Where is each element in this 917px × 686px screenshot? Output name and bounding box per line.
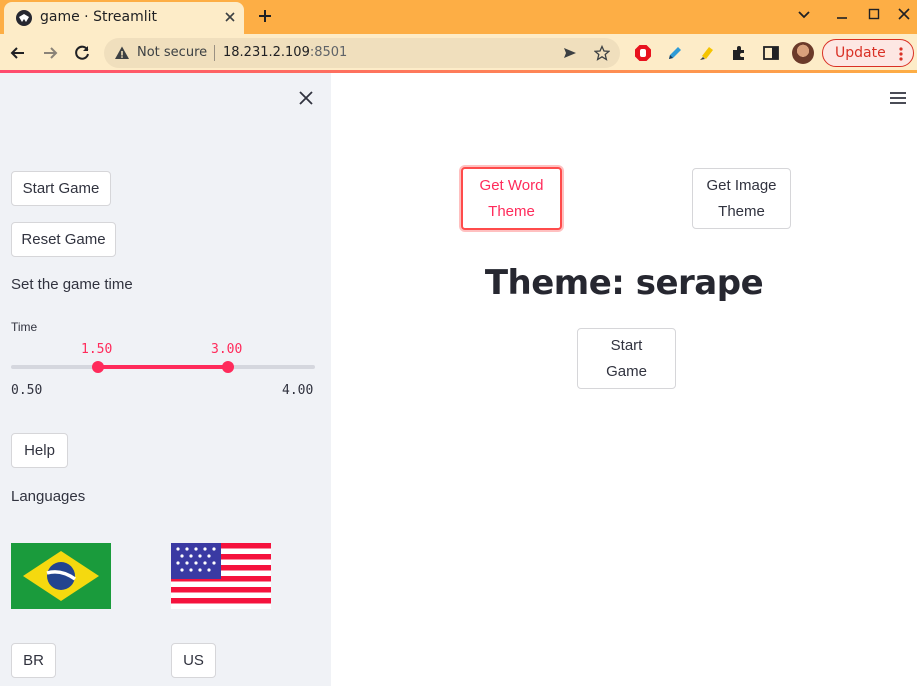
adblock-icon[interactable] [634,44,652,62]
game-time-heading: Set the game time [11,276,133,293]
star-icon[interactable] [593,44,611,61]
pen-icon[interactable] [666,44,684,62]
minimize-icon[interactable] [834,6,850,22]
reset-game-button[interactable]: Reset Game [11,222,116,257]
get-word-theme-button[interactable]: Get Word Theme [461,167,562,230]
update-label: Update [835,45,886,61]
slider-low-thumb[interactable] [91,361,104,373]
browser-tab[interactable]: game · Streamlit [4,2,244,34]
more-icon [899,46,903,62]
tab-search-chevron-icon[interactable] [796,6,812,22]
get-word-theme-label-line2: Theme [488,203,535,220]
url-host: 18.231.2.109 [223,45,310,60]
send-icon[interactable] [562,45,578,61]
languages-heading: Languages [11,488,86,505]
us-flag[interactable] [171,543,271,609]
maximize-icon[interactable] [866,6,882,22]
close-tab-icon[interactable] [222,9,238,25]
start-game-main-label-line2: Game [606,363,647,380]
get-image-theme-button[interactable]: Get Image Theme [692,168,791,229]
omnibox[interactable]: Not secure 18.231.2.109:8501 [104,38,620,68]
sidepanel-icon[interactable] [762,44,780,62]
get-image-theme-label-line2: Theme [718,203,765,220]
slider-high-thumb[interactable] [222,361,235,373]
url-port: :8501 [309,45,348,60]
highlighter-icon[interactable] [698,44,716,62]
browser-toolbar: Not secure 18.231.2.109:8501 Update [0,34,917,73]
help-button[interactable]: Help [11,433,68,468]
slider-max-label: 4.00 [282,383,314,398]
update-button[interactable]: Update [822,39,914,67]
warning-icon[interactable] [114,45,130,61]
omnibox-divider [214,45,215,61]
url-text: 18.231.2.109:8501 [223,45,347,60]
close-sidebar-icon[interactable] [298,90,314,106]
tab-title: game · Streamlit [40,9,157,25]
puzzle-icon[interactable] [730,44,748,62]
get-image-theme-label-line1: Get Image [706,177,777,194]
not-secure-label: Not secure [137,45,208,60]
reload-icon[interactable] [72,43,92,63]
avatar[interactable] [792,42,814,64]
new-tab-icon[interactable] [256,7,274,25]
back-arrow-icon[interactable] [8,43,28,63]
streamlit-favicon-icon [16,10,32,26]
get-word-theme-label-line1: Get Word [479,177,544,194]
menu-icon[interactable] [889,90,907,104]
theme-title: Theme: serape [484,263,764,303]
forward-arrow-icon[interactable] [40,43,60,63]
slider-label: Time [11,320,38,334]
start-game-button[interactable]: Start Game [11,171,111,206]
slider-min-label: 0.50 [11,383,43,398]
language-us-button[interactable]: US [171,643,216,678]
slider-high-value: 3.00 [211,342,243,357]
brazil-flag[interactable] [11,543,111,609]
sidebar: Start Game Reset Game Set the game time … [0,73,331,686]
close-window-icon[interactable] [896,6,912,22]
browser-tab-bar: game · Streamlit [0,0,917,34]
start-game-main-button[interactable]: Start Game [577,328,676,389]
start-game-main-label-line1: Start [610,337,643,354]
time-slider-fill [97,365,229,369]
main-content: Get Word Theme Get Image Theme Theme: se… [331,73,917,686]
slider-low-value: 1.50 [81,342,113,357]
language-br-button[interactable]: BR [11,643,56,678]
